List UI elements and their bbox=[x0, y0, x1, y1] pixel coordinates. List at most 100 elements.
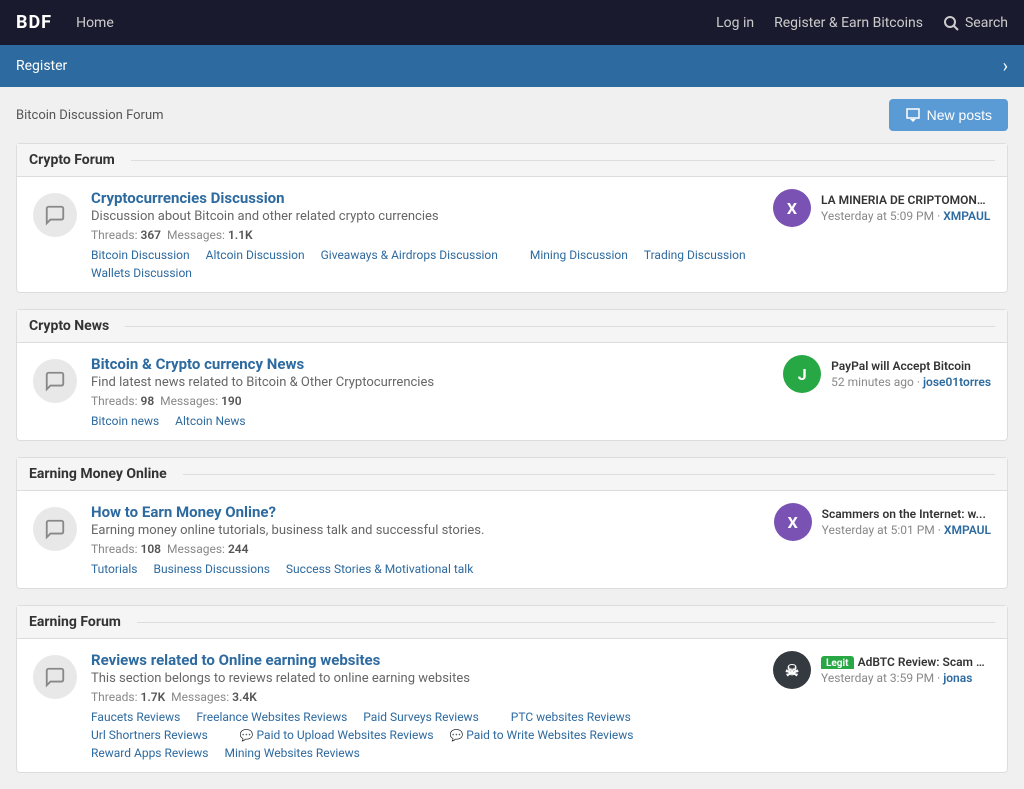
forum-sublink-item[interactable]: Bitcoin news bbox=[91, 414, 159, 428]
forum-title-link[interactable]: Bitcoin & Crypto currency News bbox=[91, 355, 304, 373]
chat-icon bbox=[44, 204, 66, 226]
section-crypto-forum: Crypto Forum Cryptocurrencies Discussion D… bbox=[16, 143, 1008, 293]
message-count: 190 bbox=[221, 394, 242, 408]
forum-sublink-item[interactable]: Paid to Upload Websites Reviews bbox=[240, 728, 434, 742]
forum-icon bbox=[33, 193, 77, 237]
avatar: ☠ bbox=[773, 651, 811, 689]
forum-sublinks: Faucets Reviews Freelance Websites Review… bbox=[91, 710, 759, 760]
thread-count: 1.7K bbox=[140, 690, 165, 704]
last-post-title: LegitAdBTC Review: Scam or... bbox=[821, 655, 991, 669]
forum-icon bbox=[33, 507, 77, 551]
forum-sublink-item[interactable]: PTC websites Reviews bbox=[511, 710, 631, 724]
chat-icon bbox=[44, 370, 66, 392]
forum-stats: Threads: 367 Messages: 1.1K bbox=[91, 228, 759, 242]
forum-sublink-item[interactable]: Url Shortners Reviews bbox=[91, 728, 208, 742]
forum-row: Reviews related to Online earning websit… bbox=[17, 639, 1007, 772]
forum-stats: Threads: 98 Messages: 190 bbox=[91, 394, 769, 408]
forum-sublink-item[interactable]: Faucets Reviews bbox=[91, 710, 180, 724]
forum-sublink-item[interactable]: Freelance Websites Reviews bbox=[196, 710, 347, 724]
last-post-info: PayPal will Accept Bitcoin52 minutes ago… bbox=[831, 359, 991, 389]
last-post-meta: Yesterday at 3:59 PM · jonas bbox=[821, 671, 991, 685]
forum-row: How to Earn Money Online? Earning money o… bbox=[17, 491, 1007, 588]
forum-sublink-item[interactable]: Wallets Discussion bbox=[91, 266, 192, 280]
last-post-user-link[interactable]: jonas bbox=[943, 671, 972, 685]
register-banner: Register › bbox=[0, 45, 1024, 87]
forum-sublink-item[interactable]: Altcoin News bbox=[175, 414, 245, 428]
forum-info: Bitcoin & Crypto currency News Find lates… bbox=[91, 355, 769, 428]
message-count: 1.1K bbox=[228, 228, 253, 242]
forum-sublink-item[interactable]: Mining Websites Reviews bbox=[224, 746, 359, 760]
forum-sublink-item[interactable]: Reward Apps Reviews bbox=[91, 746, 208, 760]
last-post-user-link[interactable]: XMPAUL bbox=[944, 523, 991, 537]
forum-description: Discussion about Bitcoin and other relat… bbox=[91, 209, 759, 224]
thread-count: 367 bbox=[140, 228, 161, 242]
chat-icon bbox=[44, 518, 66, 540]
avatar: X bbox=[774, 503, 812, 541]
last-post-info: LA MINERIA DE CRIPTOMONEDA... Yesterday a… bbox=[821, 193, 991, 223]
last-post-meta: Yesterday at 5:09 PM · XMPAUL bbox=[821, 209, 991, 223]
forum-info: Cryptocurrencies Discussion Discussion ab… bbox=[91, 189, 759, 280]
forum-title-link[interactable]: Cryptocurrencies Discussion bbox=[91, 189, 285, 207]
message-count: 3.4K bbox=[232, 690, 257, 704]
forum-row: Cryptocurrencies Discussion Discussion ab… bbox=[17, 177, 1007, 292]
forum-sublink-item[interactable]: Trading Discussion bbox=[644, 248, 746, 262]
forum-last-post: ☠ LegitAdBTC Review: Scam or... Yesterday … bbox=[773, 651, 991, 689]
forum-sublink-item[interactable]: Paid Surveys Reviews bbox=[363, 710, 478, 724]
forum-description: Earning money online tutorials, business… bbox=[91, 523, 760, 538]
forum-title-link[interactable]: Reviews related to Online earning websit… bbox=[91, 651, 380, 669]
forum-sublink-item[interactable]: Mining Discussion bbox=[530, 248, 628, 262]
thread-count: 98 bbox=[140, 394, 154, 408]
forum-icon bbox=[33, 359, 77, 403]
new-posts-icon bbox=[905, 107, 921, 123]
message-count: 244 bbox=[228, 542, 249, 556]
forum-sublink-item[interactable]: Success Stories & Motivational talk bbox=[286, 562, 473, 576]
new-posts-button[interactable]: New posts bbox=[889, 99, 1008, 131]
section-header-earning-money-online: Earning Money Online bbox=[17, 458, 1007, 491]
forum-description: Find latest news related to Bitcoin & Ot… bbox=[91, 375, 769, 390]
nav-home-link[interactable]: Home bbox=[76, 15, 114, 31]
section-header-crypto-forum: Crypto Forum bbox=[17, 144, 1007, 177]
avatar: X bbox=[773, 189, 811, 227]
last-post-title: Scammers on the Internet: w... bbox=[822, 507, 991, 521]
forum-sublink-item[interactable]: Paid to Write Websites Reviews bbox=[450, 728, 634, 742]
search-icon bbox=[943, 15, 959, 31]
forum-title-link[interactable]: How to Earn Money Online? bbox=[91, 503, 276, 521]
section-earning-money-online: Earning Money Online How to Earn Money On… bbox=[16, 457, 1008, 589]
section-earning-forum: Earning ForumReviews related to Online e… bbox=[16, 605, 1008, 773]
last-post-info: Scammers on the Internet: w... Yesterday … bbox=[822, 507, 991, 537]
forum-sublink-item[interactable]: Tutorials bbox=[91, 562, 138, 576]
thread-count: 108 bbox=[140, 542, 161, 556]
forum-info: How to Earn Money Online? Earning money o… bbox=[91, 503, 760, 576]
last-post-user-link[interactable]: XMPAUL bbox=[943, 209, 990, 223]
forum-stats: Threads: 108 Messages: 244 bbox=[91, 542, 760, 556]
last-post-time: 52 minutes ago bbox=[831, 375, 914, 389]
nav-register-earn-link[interactable]: Register & Earn Bitcoins bbox=[774, 15, 923, 31]
forum-last-post: X LA MINERIA DE CRIPTOMONEDA... Yesterday … bbox=[773, 189, 991, 227]
chat-icon bbox=[44, 666, 66, 688]
forum-sublink-item[interactable]: Business Discussions bbox=[154, 562, 270, 576]
breadcrumb: Bitcoin Discussion Forum bbox=[16, 108, 164, 123]
nav-login-link[interactable]: Log in bbox=[716, 15, 754, 31]
nav-right: Log in Register & Earn Bitcoins Search bbox=[716, 15, 1008, 31]
forum-sublink-item[interactable]: Altcoin Discussion bbox=[206, 248, 305, 262]
last-post-time: Yesterday at 5:09 PM bbox=[821, 209, 934, 223]
forum-sublinks: Bitcoin news Altcoin News bbox=[91, 414, 769, 428]
section-header-crypto-news: Crypto News bbox=[17, 310, 1007, 343]
forum-sublink-item[interactable]: Giveaways & Airdrops Discussion bbox=[321, 248, 498, 262]
forum-last-post: X Scammers on the Internet: w... Yesterday… bbox=[774, 503, 991, 541]
banner-chevron[interactable]: › bbox=[1003, 56, 1008, 77]
register-banner-text[interactable]: Register bbox=[16, 58, 67, 74]
forum-row: Bitcoin & Crypto currency News Find lates… bbox=[17, 343, 1007, 440]
forum-sublink-item[interactable]: Bitcoin Discussion bbox=[91, 248, 190, 262]
legit-badge: Legit bbox=[821, 656, 854, 669]
last-post-user-link[interactable]: jose01torres bbox=[923, 375, 991, 389]
site-logo: BDF bbox=[16, 12, 52, 33]
main-nav: BDF Home Log in Register & Earn Bitcoins… bbox=[0, 0, 1024, 45]
forum-icon bbox=[33, 655, 77, 699]
last-post-title: LA MINERIA DE CRIPTOMONEDA... bbox=[821, 193, 991, 207]
sections-container: Crypto Forum Cryptocurrencies Discussion D… bbox=[0, 143, 1024, 773]
last-post-time: Yesterday at 5:01 PM bbox=[822, 523, 935, 537]
forum-sublinks: Bitcoin Discussion Altcoin Discussion Give… bbox=[91, 248, 759, 280]
forum-info: Reviews related to Online earning websit… bbox=[91, 651, 759, 760]
nav-search-button[interactable]: Search bbox=[943, 15, 1008, 31]
